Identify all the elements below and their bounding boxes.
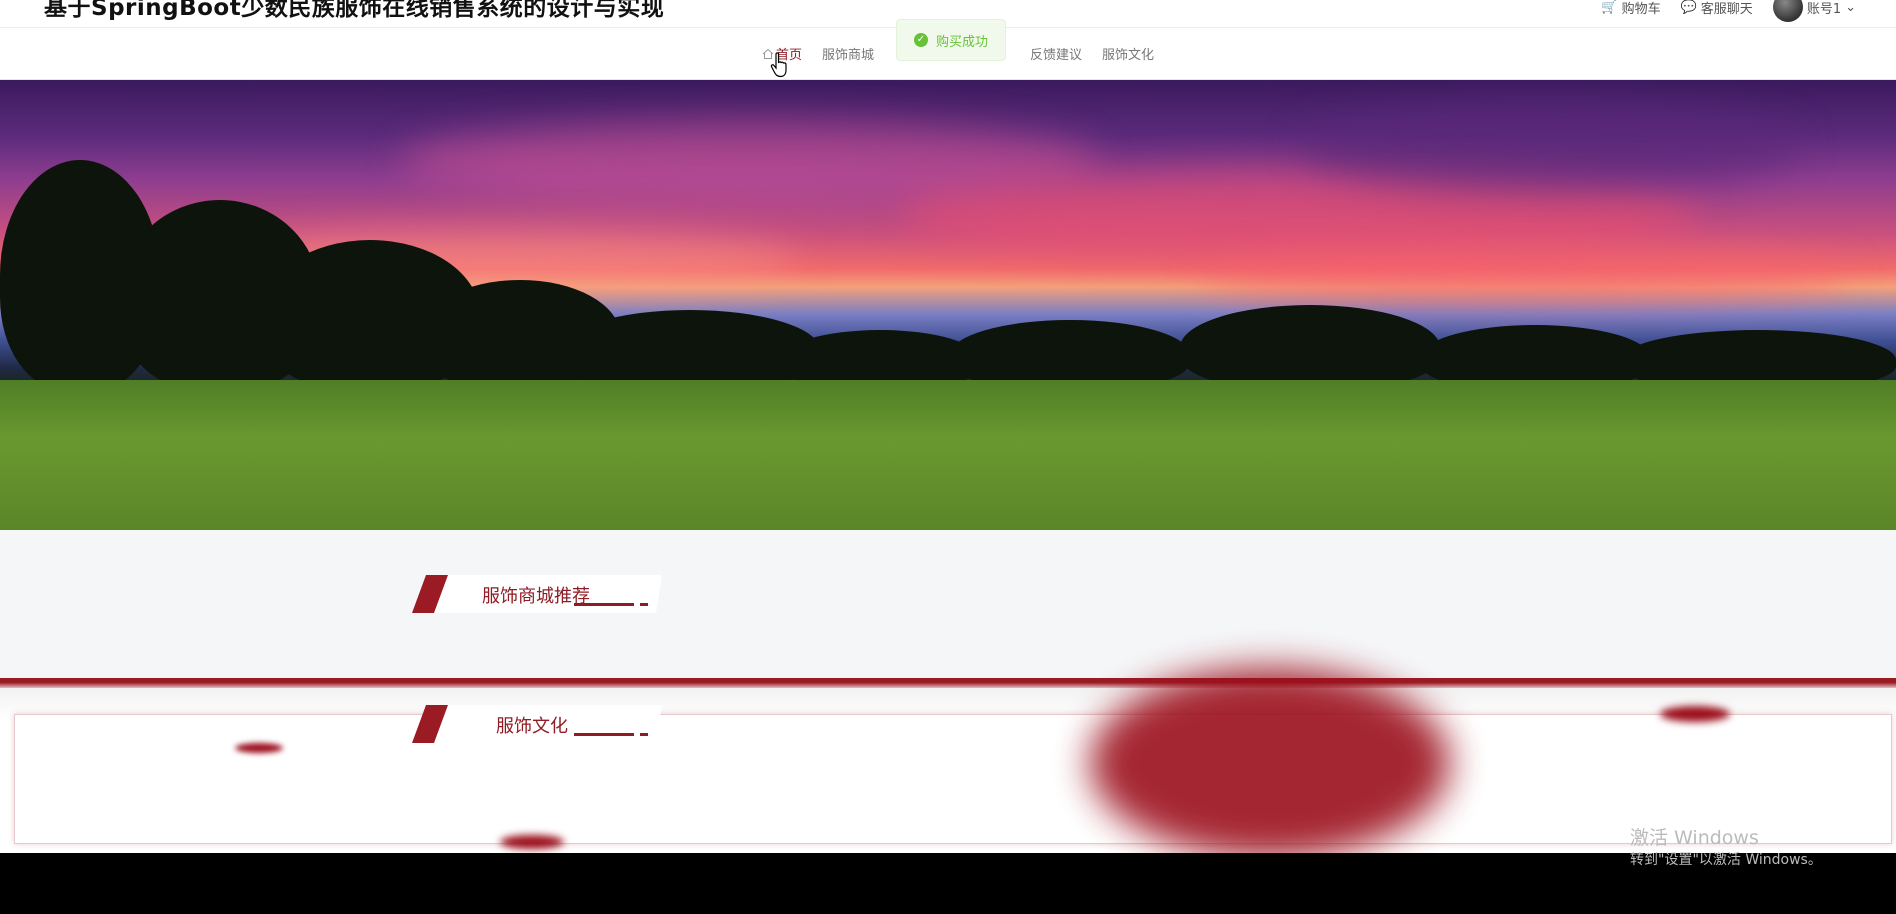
decorative-blob [235, 743, 283, 753]
success-toast: ✓ 购买成功 [896, 19, 1006, 61]
nav-item-culture[interactable]: 服饰文化 [1092, 44, 1164, 63]
nav-item-feedback[interactable]: 反馈建议 [1020, 44, 1092, 63]
site-title: 基于SpringBoot少数民族服饰在线销售系统的设计与实现 [44, 0, 665, 21]
treeline [0, 160, 1896, 390]
grass-field [0, 380, 1896, 530]
nav-item-mall[interactable]: 服饰商城 [812, 44, 884, 63]
watermark-line2: 转到"设置"以激活 Windows。 [1630, 851, 1822, 868]
account-label: 账号1 [1806, 1, 1842, 17]
title-underline [640, 733, 648, 736]
check-circle-icon: ✓ [913, 33, 928, 47]
windows-activation-watermark: 激活 Windows 转到"设置"以激活 Windows。 [1630, 826, 1822, 869]
cart-icon: 🛒 [1601, 0, 1618, 15]
hand-cursor-icon [770, 52, 787, 78]
nav-item-label: 服饰文化 [1102, 48, 1155, 63]
hero-banner [0, 80, 1896, 530]
watermark-line1: 激活 Windows [1630, 827, 1759, 849]
service-chat-link[interactable]: 💬 客服聊天 [1681, 0, 1753, 17]
title-underline [574, 733, 634, 736]
nav-item-label: 服饰商城 [822, 48, 875, 63]
decorative-blob [1090, 668, 1450, 853]
top-links: 🛒 购物车 💬 客服聊天 账号1 ⌄ [1601, 0, 1856, 22]
section-mall-recommend: 服饰商城推荐 [412, 574, 672, 616]
service-label: 客服聊天 [1700, 1, 1753, 17]
culture-panel [0, 668, 1896, 853]
culture-content [14, 714, 1892, 844]
section-title: 服饰文化 [496, 716, 568, 737]
chat-icon: 💬 [1680, 0, 1697, 15]
title-underline [574, 603, 634, 606]
toast-message: 购买成功 [935, 34, 988, 50]
nav-item-label: 反馈建议 [1030, 48, 1083, 63]
section-divider [0, 678, 1896, 688]
section-culture: 服饰文化 [412, 704, 672, 746]
decorative-blob [500, 835, 564, 849]
title-underline [640, 603, 648, 606]
account-menu[interactable]: 账号1 ⌄ [1772, 0, 1856, 22]
page: 基于SpringBoot少数民族服饰在线销售系统的设计与实现 🛒 购物车 💬 客… [0, 0, 1896, 853]
decorative-blob [1660, 706, 1730, 722]
cart-label: 购物车 [1621, 1, 1661, 17]
cart-link[interactable]: 🛒 购物车 [1601, 0, 1660, 17]
avatar [1772, 0, 1803, 22]
chevron-down-icon: ⌄ [1845, 0, 1856, 15]
